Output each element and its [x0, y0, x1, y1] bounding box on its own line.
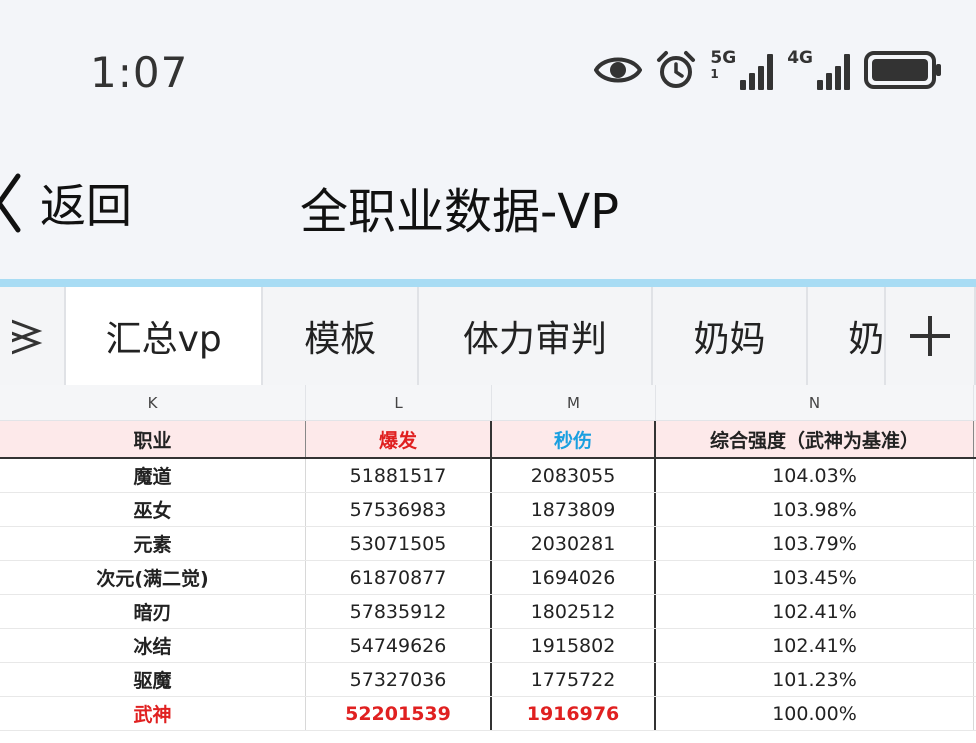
- status-bar: 1:07 5G 1 4G: [0, 0, 976, 140]
- cell-dps[interactable]: 1694026: [492, 561, 656, 594]
- signal-4g: 4G: [787, 50, 850, 90]
- chevron-left-icon: [0, 173, 21, 233]
- cell-class[interactable]: 冰结: [0, 629, 306, 662]
- cell-dps[interactable]: 1873809: [492, 493, 656, 526]
- table-row: 次元(满二觉) 61870877 1694026 103.45%: [0, 561, 976, 595]
- table-row-baseline: 武神 52201539 1916976 100.00%: [0, 697, 976, 731]
- cell-burst[interactable]: 54749626: [306, 629, 492, 662]
- header-cell-class[interactable]: 职业: [0, 421, 306, 457]
- cell-class[interactable]: 元素: [0, 527, 306, 560]
- column-header-k[interactable]: K: [0, 385, 306, 420]
- cell-strength[interactable]: 103.79%: [656, 527, 974, 560]
- network-5g-sub: 1: [710, 67, 719, 81]
- status-clock: 1:07: [90, 48, 189, 97]
- add-sheet-button[interactable]: [886, 287, 976, 385]
- cell-burst[interactable]: 57536983: [306, 493, 492, 526]
- signal-bars-icon: [817, 54, 850, 90]
- double-chevron-icon: [11, 319, 43, 355]
- column-header-n[interactable]: N: [656, 385, 974, 420]
- cell-strength[interactable]: 104.03%: [656, 459, 974, 492]
- cell-class[interactable]: 暗刃: [0, 595, 306, 628]
- cell-dps[interactable]: 2083055: [492, 459, 656, 492]
- cell-burst[interactable]: 57327036: [306, 663, 492, 696]
- cell-class[interactable]: 次元(满二觉): [0, 561, 306, 594]
- cell-dps[interactable]: 1775722: [492, 663, 656, 696]
- tab-scroll-left-button[interactable]: [0, 287, 66, 385]
- plus-icon: [910, 316, 951, 356]
- status-icons: 5G 1 4G: [594, 50, 942, 90]
- column-header-row: K L M N: [0, 385, 976, 421]
- header-cell-burst[interactable]: 爆发: [306, 421, 492, 457]
- signal-5g: 5G 1: [710, 48, 774, 90]
- accent-divider: [0, 279, 976, 287]
- cell-dps[interactable]: 1916976: [492, 697, 656, 730]
- tab-summary-vp[interactable]: 汇总vp: [65, 287, 264, 385]
- network-4g-label: 4G: [787, 48, 813, 68]
- cell-dps[interactable]: 2030281: [492, 527, 656, 560]
- table-row: 巫女 57536983 1873809 103.98%: [0, 493, 976, 527]
- cell-class[interactable]: 武神: [0, 697, 306, 730]
- tab-healer[interactable]: 奶妈: [652, 287, 809, 385]
- network-5g-label: 5G: [710, 48, 737, 68]
- cell-burst[interactable]: 53071505: [306, 527, 492, 560]
- cell-class[interactable]: 魔道: [0, 459, 306, 492]
- header-cell-dps[interactable]: 秒伤: [492, 421, 656, 457]
- cell-strength[interactable]: 100.00%: [656, 697, 974, 730]
- table-header-row: 职业 爆发 秒伤 综合强度（武神为基准）: [0, 421, 976, 459]
- table-row: 驱魔 57327036 1775722 101.23%: [0, 663, 976, 697]
- cell-strength[interactable]: 103.98%: [656, 493, 974, 526]
- alarm-icon: [657, 51, 696, 88]
- table-row: 暗刃 57835912 1802512 102.41%: [0, 595, 976, 629]
- table-row: 元素 53071505 2030281 103.79%: [0, 527, 976, 561]
- eye-icon: [594, 57, 643, 83]
- cell-burst[interactable]: 57835912: [306, 595, 492, 628]
- page-title: 全职业数据-VP: [300, 184, 620, 240]
- column-header-l[interactable]: L: [306, 385, 492, 420]
- signal-bars-icon: [740, 54, 774, 90]
- cell-dps[interactable]: 1802512: [492, 595, 656, 628]
- cell-strength[interactable]: 101.23%: [656, 663, 974, 696]
- cell-burst[interactable]: 51881517: [306, 459, 492, 492]
- table-row: 冰结 54749626 1915802 102.41%: [0, 629, 976, 663]
- spreadsheet: K L M N 职业 爆发 秒伤 综合强度（武神为基准） 魔道 51881517…: [0, 385, 976, 743]
- cell-dps[interactable]: 1915802: [492, 629, 656, 662]
- cell-class[interactable]: 巫女: [0, 493, 306, 526]
- cell-strength[interactable]: 102.41%: [656, 595, 974, 628]
- cell-class[interactable]: 驱魔: [0, 663, 306, 696]
- cell-strength[interactable]: 103.45%: [656, 561, 974, 594]
- cell-burst[interactable]: 61870877: [306, 561, 492, 594]
- header-cell-strength[interactable]: 综合强度（武神为基准）: [656, 421, 974, 457]
- column-header-m[interactable]: M: [492, 385, 656, 420]
- cell-burst[interactable]: 52201539: [306, 697, 492, 730]
- battery-icon: [864, 51, 941, 89]
- sheet-tabs: 汇总vp 模板 体力审判 奶妈 奶: [0, 287, 976, 385]
- nav-bar: 返回 全职业数据-VP: [0, 150, 976, 260]
- tab-template[interactable]: 模板: [263, 287, 420, 385]
- tab-stamina-judgment[interactable]: 体力审判: [419, 287, 653, 385]
- table-row: 魔道 51881517 2083055 104.03%: [0, 459, 976, 493]
- back-label: 返回: [40, 179, 132, 233]
- back-button[interactable]: 返回: [0, 170, 132, 236]
- tab-healer-2[interactable]: 奶: [808, 287, 887, 385]
- cell-strength[interactable]: 102.41%: [656, 629, 974, 662]
